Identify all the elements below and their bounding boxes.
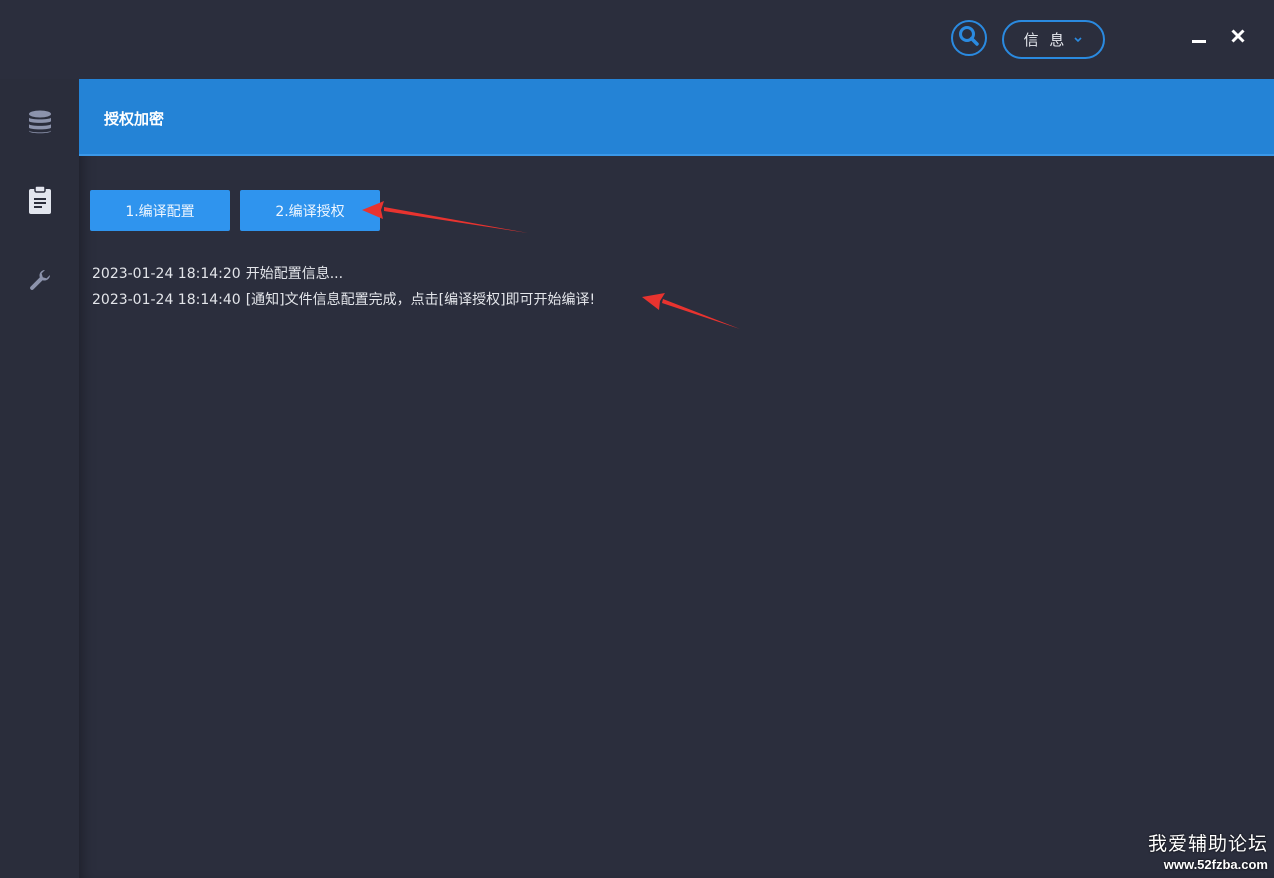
log-entry: 2023-01-24 18:14:20 开始配置信息...: [92, 261, 595, 287]
minimize-icon: [1191, 29, 1207, 49]
sidebar-item-clipboard[interactable]: [0, 174, 79, 230]
watermark-url: www.52fzba.com: [1163, 857, 1268, 872]
search-button[interactable]: [951, 20, 987, 56]
title-bar: 信 息: [0, 0, 1274, 79]
close-icon: [1230, 28, 1246, 48]
main-panel: 授权加密 1.编译配置 2.编译授权 2023-01-24 18:14:20 开始…: [79, 79, 1274, 878]
log-message: [通知]文件信息配置完成，点击[编译授权]即可开始编译!: [245, 292, 596, 308]
minimize-button[interactable]: [1188, 28, 1210, 50]
sidebar-item-database[interactable]: [0, 96, 79, 152]
page-header: 授权加密: [79, 79, 1274, 156]
close-button[interactable]: [1227, 27, 1249, 49]
watermark-name: 我爱辅助论坛: [1147, 833, 1268, 855]
log-timestamp: 2023-01-24 18:14:40: [92, 292, 241, 308]
log-message: 开始配置信息...: [245, 266, 344, 282]
log-timestamp: 2023-01-24 18:14:20: [92, 266, 241, 282]
compile-config-button[interactable]: 1.编译配置: [90, 190, 230, 231]
log-entry: 2023-01-24 18:14:40 [通知]文件信息配置完成，点击[编译授权]…: [92, 287, 595, 313]
wrench-icon: [28, 268, 52, 296]
sidebar: [0, 79, 79, 878]
app-window: 信 息 授权加密 1.编译配置 2.编译授权 2023-01-24 18:14:…: [0, 0, 1274, 878]
compile-auth-button[interactable]: 2.编译授权: [240, 190, 380, 231]
chevron-down-icon: [1073, 36, 1083, 44]
info-dropdown-label: 信 息: [1023, 31, 1068, 49]
watermark: 我爱辅助论坛 www.52fzba.com: [1148, 833, 1268, 874]
database-icon: [27, 109, 53, 139]
clipboard-icon: [28, 185, 52, 219]
page-title: 授权加密: [104, 110, 165, 128]
search-icon: [958, 25, 980, 51]
info-dropdown[interactable]: 信 息: [1002, 20, 1105, 59]
sidebar-item-tools[interactable]: [0, 254, 79, 310]
log-output: 2023-01-24 18:14:20 开始配置信息... 2023-01-24 …: [92, 261, 595, 313]
